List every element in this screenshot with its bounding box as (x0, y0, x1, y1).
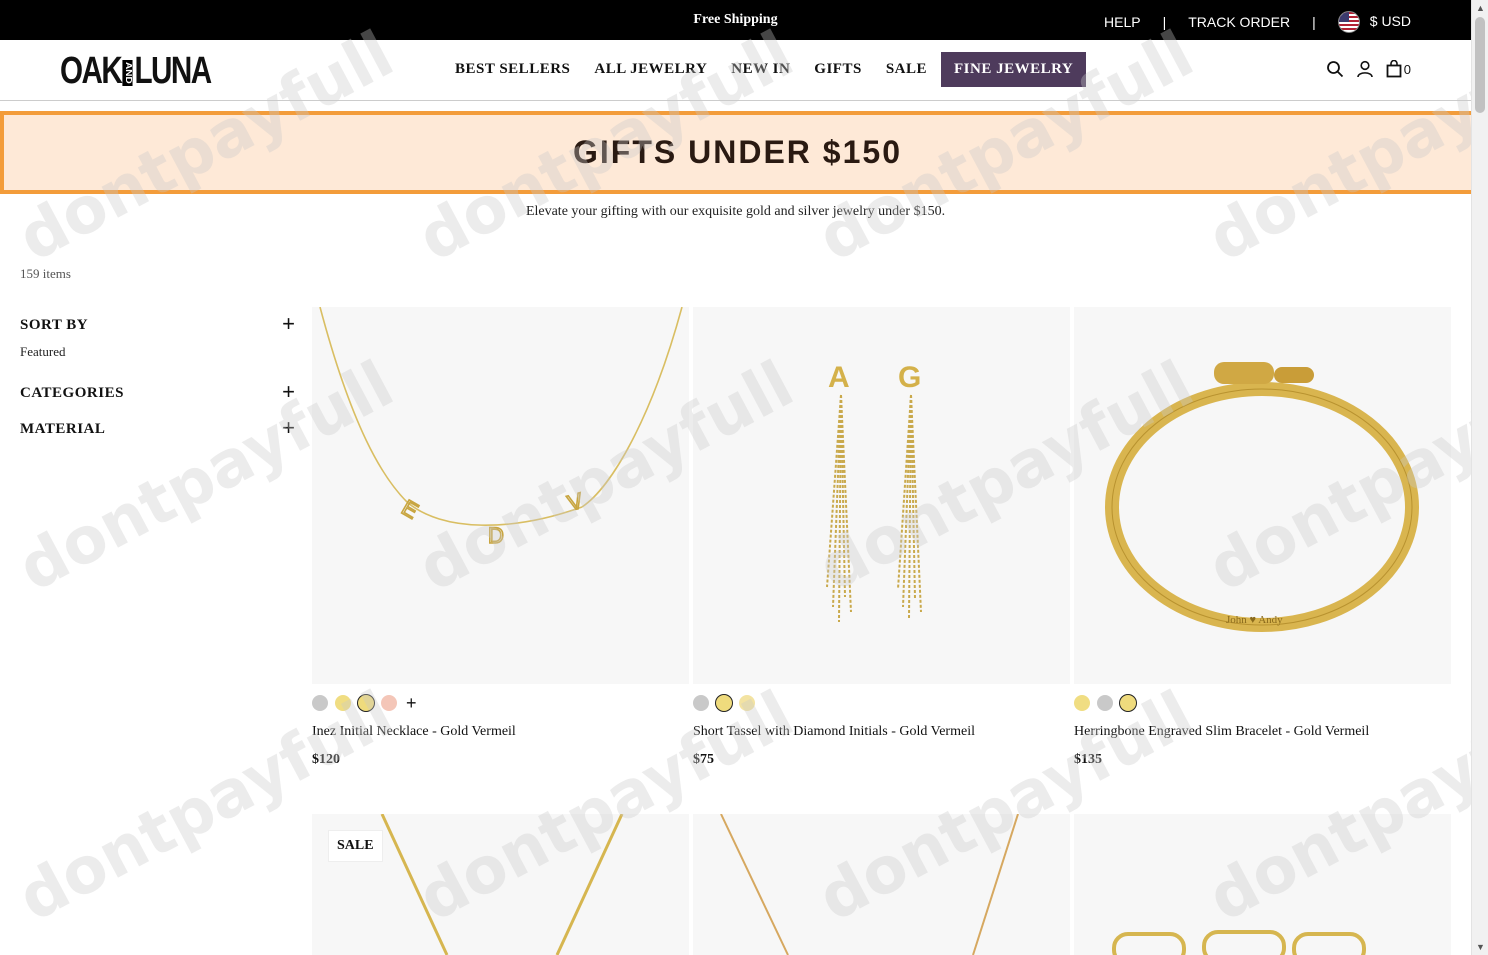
color-swatches (1074, 694, 1451, 712)
product-image[interactable]: E D V (312, 307, 689, 684)
engraving-text: John ♥ Andy (1226, 614, 1283, 626)
bag-icon (1386, 60, 1402, 78)
sort-by-filter[interactable]: SORT BY + Featured (20, 313, 295, 360)
track-order-link[interactable]: TRACK ORDER (1188, 14, 1290, 30)
us-flag-icon (1337, 11, 1360, 33)
account-icon[interactable] (1356, 60, 1374, 78)
categories-title: CATEGORIES (20, 385, 124, 401)
product-name[interactable]: Inez Initial Necklace - Gold Vermeil (312, 724, 689, 740)
search-icon[interactable] (1326, 60, 1344, 78)
nav-best-sellers[interactable]: BEST SELLERS (443, 52, 582, 87)
item-count: 159 items (20, 266, 71, 281)
svg-text:E: E (398, 495, 423, 524)
divider: | (1162, 14, 1167, 30)
swatch-gold-vermeil[interactable] (358, 695, 374, 711)
logo[interactable]: OAK ANDLUNA (60, 50, 212, 93)
help-link[interactable]: HELP (1104, 14, 1141, 30)
material-filter[interactable]: MATERIAL + (20, 417, 295, 439)
main-nav: BEST SELLERS ALL JEWELRY NEW IN GIFTS SA… (443, 52, 1087, 87)
svg-text:D: D (488, 523, 504, 548)
nav-sale[interactable]: SALE (874, 52, 939, 87)
swatch-gold-vermeil[interactable] (1120, 695, 1136, 711)
categories-filter[interactable]: CATEGORIES + (20, 381, 295, 403)
product-image[interactable] (1074, 814, 1451, 955)
swatch-gold[interactable] (739, 695, 755, 711)
nav-fine-jewelry[interactable]: FINE JEWELRY (941, 52, 1087, 87)
scroll-down-icon[interactable]: ▼ (1476, 942, 1485, 952)
cart-button[interactable]: 0 (1386, 60, 1411, 78)
utility-links: HELP | TRACK ORDER | $ USD (1104, 11, 1411, 33)
product-image[interactable]: A G (693, 307, 1070, 684)
product-name[interactable]: Short Tassel with Diamond Initials - Gol… (693, 724, 1070, 740)
nav-gifts[interactable]: GIFTS (802, 52, 874, 87)
color-swatches: + (312, 694, 689, 712)
product-name[interactable]: Herringbone Engraved Slim Bracelet - Gol… (1074, 724, 1451, 740)
sort-by-title: SORT BY (20, 317, 89, 333)
swatch-gold-vermeil[interactable] (716, 695, 732, 711)
site-header: OAK ANDLUNA BEST SELLERS ALL JEWELRY NEW … (0, 40, 1471, 101)
product-price: $135 (1074, 752, 1102, 767)
product-image[interactable] (693, 814, 1070, 955)
header-actions: 0 (1326, 60, 1411, 78)
svg-text:G: G (898, 361, 921, 394)
sale-badge: SALE (328, 830, 383, 862)
swatch-gold[interactable] (1074, 695, 1090, 711)
swatch-silver[interactable] (693, 695, 709, 711)
swatch-gold[interactable] (335, 695, 351, 711)
product-image[interactable]: SALE (312, 814, 689, 955)
product-price: $120 (312, 752, 340, 767)
swatch-silver[interactable] (1097, 695, 1113, 711)
cart-count: 0 (1403, 61, 1411, 77)
logo-text-luna: LUNA (134, 50, 212, 92)
scrollbar-thumb[interactable] (1475, 17, 1485, 113)
material-title: MATERIAL (20, 421, 106, 437)
product-card[interactable]: SALE (312, 814, 689, 955)
swatch-rose-gold[interactable] (381, 695, 397, 711)
product-card[interactable] (693, 814, 1070, 955)
product-card[interactable]: John ♥ Andy Herringbone Engraved Slim Br… (1074, 307, 1451, 768)
sort-by-value: Featured (20, 344, 66, 359)
product-card[interactable] (1074, 814, 1451, 955)
page-title: GIFTS UNDER $150 (573, 134, 902, 170)
promo-banner: GIFTS UNDER $150 (0, 111, 1471, 194)
currency-selector[interactable]: $ USD (1337, 11, 1411, 33)
logo-text-oak: OAK (60, 50, 123, 92)
plus-icon[interactable]: + (282, 313, 295, 335)
scroll-up-icon[interactable]: ▲ (1476, 3, 1485, 13)
swatch-silver[interactable] (312, 695, 328, 711)
product-image[interactable]: John ♥ Andy (1074, 307, 1451, 684)
page-scrollbar[interactable]: ▲ ▼ (1471, 0, 1488, 955)
product-price: $75 (693, 752, 714, 767)
page-subtitle: Elevate your gifting with our exquisite … (525, 204, 946, 219)
plus-icon[interactable]: + (282, 381, 295, 403)
product-card[interactable]: E D V + Inez Initial Necklace - Gold Ver… (312, 307, 689, 768)
more-swatches-icon[interactable]: + (406, 694, 417, 712)
announcement-bar: Free Shipping HELP | TRACK ORDER | $ USD (0, 0, 1471, 40)
product-card[interactable]: A G Short Tassel with Diamond Initials -… (693, 307, 1070, 768)
divider: | (1312, 14, 1316, 30)
plus-icon[interactable]: + (282, 417, 295, 439)
svg-text:A: A (828, 361, 850, 394)
color-swatches (693, 694, 1070, 712)
logo-text-and: AND (122, 60, 133, 86)
nav-all-jewelry[interactable]: ALL JEWELRY (582, 52, 719, 87)
currency-label: $ USD (1369, 12, 1411, 29)
nav-new-in[interactable]: NEW IN (719, 52, 802, 87)
